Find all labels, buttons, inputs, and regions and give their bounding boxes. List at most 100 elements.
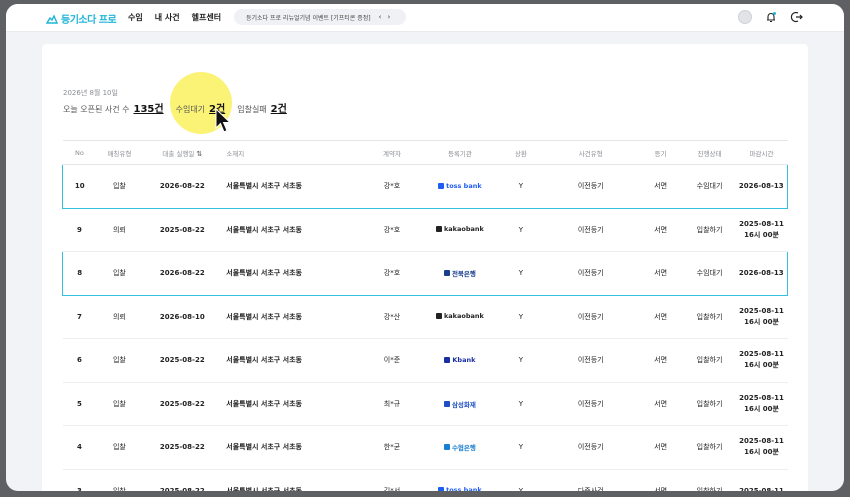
cell-registration: 서면 [637, 425, 684, 470]
logout-icon[interactable] [790, 10, 804, 24]
cell-loan-date: 2025-08-22 [142, 208, 223, 252]
table-row[interactable]: 6 입찰 2025-08-22 서울특별시 서초구 서초동 이*준 Kbank Y 이전등기 서… [62, 338, 788, 383]
cell-match-type: 입찰 [96, 164, 143, 209]
cell-status[interactable]: 입찰하기 [683, 469, 736, 491]
cell-match-type: 입찰 [96, 425, 143, 470]
cell-no: 3 [62, 469, 97, 491]
cell-repay: Y [497, 425, 544, 470]
cell-address: 서울특별시 서초구 서초동 [222, 295, 363, 339]
main-panel: 2026년 8월 10일 오늘 오픈된 사건 수 135건 수임대기 2건 입찰… [42, 44, 808, 491]
cell-match-type: 입찰 [96, 382, 143, 426]
cell-loan-date: 2025-08-22 [142, 338, 223, 383]
cell-status[interactable]: 수임대기 [683, 251, 736, 296]
cell-repay: Y [497, 164, 544, 209]
bank-logo: 삼성화재 [443, 399, 476, 409]
nav-item-help-center[interactable]: 헬프센터 [192, 12, 221, 23]
cell-contractor: 이*준 [362, 338, 422, 383]
bell-icon[interactable] [764, 10, 778, 24]
cell-registration: 서면 [637, 295, 684, 339]
cell-institution: Kbank [421, 338, 498, 383]
cell-contractor: 최*규 [362, 382, 422, 426]
cell-status[interactable]: 입찰하기 [683, 295, 736, 339]
table-row[interactable]: 10 입찰 2026-08-22 서울특별시 서초구 서초동 강*호 toss bank Y… [62, 164, 789, 209]
waiting-label: 수임대기 [175, 105, 206, 114]
col-match-type: 매칭유형 [96, 140, 143, 165]
cases-table: No 매칭유형 대출 실행일 ⇅ 소재지 계약자 등록기관 상환 사건유형 등기 … [62, 140, 789, 491]
cell-deadline: 2026-08-13 [735, 251, 789, 296]
cell-case-type: 이전등기 [543, 382, 638, 426]
bank-logo: 전북은행 [443, 268, 476, 278]
logo[interactable]: 등기소다 프로 [46, 11, 117, 26]
failed-value[interactable]: 2건 [271, 100, 287, 115]
table-row[interactable]: 9 의뢰 2025-08-22 서울특별시 서초구 서초동 강*호 kakaobank Y 이… [62, 208, 788, 252]
col-deadline: 마감시간 [735, 140, 788, 165]
cell-repay: Y [497, 208, 544, 252]
cell-case-type: 이전등기 [543, 295, 638, 339]
cell-deadline: 2025-08-11 16시 00분 [735, 295, 788, 339]
cell-no: 9 [62, 208, 97, 252]
cell-address: 서울특별시 서초구 서초동 [222, 208, 363, 252]
table-row[interactable]: 7 의뢰 2026-08-10 서울특별시 서초구 서초동 강*산 kakaobank Y 이… [62, 295, 788, 339]
bank-logo-icon [443, 270, 450, 277]
cell-address: 서울특별시 서초구 서초동 [222, 425, 363, 470]
logo-text: 등기소다 프로 [61, 15, 117, 26]
col-registration: 등기 [637, 140, 684, 165]
table-row[interactable]: 8 입찰 2026-08-22 서울특별시 서초구 서초동 강*호 전북은행 Y 이전등기 서면… [62, 251, 789, 296]
cell-repay: Y [497, 251, 544, 296]
bank-logo-icon [444, 356, 451, 363]
failed-label: 입찰실패 [237, 105, 267, 114]
col-address: 소재지 [222, 140, 363, 165]
cell-deadline: 2025-08-11 16시 00분 [735, 425, 788, 470]
cell-institution: 전북은행 [421, 251, 498, 296]
cell-repay: Y [497, 338, 544, 383]
col-case-type: 사건유형 [543, 140, 638, 165]
bank-logo-icon [435, 226, 442, 233]
avatar[interactable] [738, 10, 752, 24]
cell-institution: kakaobank [421, 295, 498, 339]
cell-no: 6 [62, 338, 97, 383]
bank-logo: Kbank [444, 356, 475, 364]
bank-logo-icon [438, 182, 445, 189]
col-institution: 등록기관 [421, 140, 498, 165]
cell-loan-date: 2025-08-22 [142, 382, 223, 426]
cell-match-type: 의뢰 [96, 208, 143, 252]
table-header-row: No 매칭유형 대출 실행일 ⇅ 소재지 계약자 등록기관 상환 사건유형 등기 … [62, 140, 788, 165]
col-contractor: 계약자 [362, 140, 422, 165]
cell-address: 서울특별시 서초구 서초동 [222, 251, 363, 296]
cell-status[interactable]: 입찰하기 [683, 338, 736, 383]
notice-banner[interactable]: 등기소다 프로 리뉴얼기념 이벤트 [기프티콘 증정] ‹ › [234, 9, 406, 25]
notice-prev-icon[interactable]: ‹ [379, 13, 382, 21]
table-row[interactable]: 4 입찰 2025-08-22 서울특별시 서초구 서초동 한*균 수협은행 Y 이전등기 서면… [62, 425, 788, 470]
sort-icon[interactable]: ⇅ [196, 150, 202, 158]
cell-status[interactable]: 입찰하기 [683, 425, 736, 470]
cell-case-type: 이전등기 [543, 164, 638, 209]
bank-logo-icon [438, 487, 445, 491]
main-nav: 수임 내 사건 헬프센터 [128, 12, 221, 23]
col-loan-date[interactable]: 대출 실행일 ⇅ [142, 140, 223, 165]
cell-status[interactable]: 수임대기 [683, 164, 736, 209]
table-row[interactable]: 3 입찰 2025-08-22 서울특별시 서초구 서초동 김*서 toss bank Y 다… [62, 469, 788, 491]
notice-text[interactable]: 등기소다 프로 리뉴얼기념 이벤트 [기프티콘 증정] [246, 13, 371, 22]
cell-case-type: 이전등기 [543, 251, 638, 296]
nav-item-my-cases[interactable]: 내 사건 [155, 12, 180, 23]
cell-contractor: 김*서 [362, 469, 422, 491]
cell-deadline: 2025-08-11 [735, 469, 788, 491]
cell-status[interactable]: 입찰하기 [683, 382, 736, 426]
notice-next-icon[interactable]: › [387, 13, 390, 21]
cell-institution: toss bank [421, 164, 498, 209]
cell-registration: 서면 [637, 382, 684, 426]
cell-status[interactable]: 입찰하기 [683, 208, 736, 252]
bank-logo-icon [435, 313, 442, 320]
open-cases-value[interactable]: 135건 [134, 100, 164, 115]
table-row[interactable]: 5 입찰 2025-08-22 서울특별시 서초구 서초동 최*규 삼성화재 Y 이전등기 서면… [62, 382, 788, 426]
top-navigation-bar: 등기소다 프로 수임 내 사건 헬프센터 등기소다 프로 리뉴얼기념 이벤트 [… [6, 4, 844, 32]
bank-logo-icon [443, 444, 450, 451]
summary-date: 2026년 8월 10일 [63, 89, 118, 97]
cell-repay: Y [497, 295, 544, 339]
cell-deadline: 2025-08-11 16시 00분 [735, 208, 788, 252]
open-cases-label: 오늘 오픈된 사건 수 [63, 105, 130, 114]
logo-icon [46, 13, 58, 24]
nav-item-suim[interactable]: 수임 [128, 12, 143, 23]
cell-no: 8 [62, 251, 97, 296]
bank-logo: 수협은행 [443, 442, 476, 452]
